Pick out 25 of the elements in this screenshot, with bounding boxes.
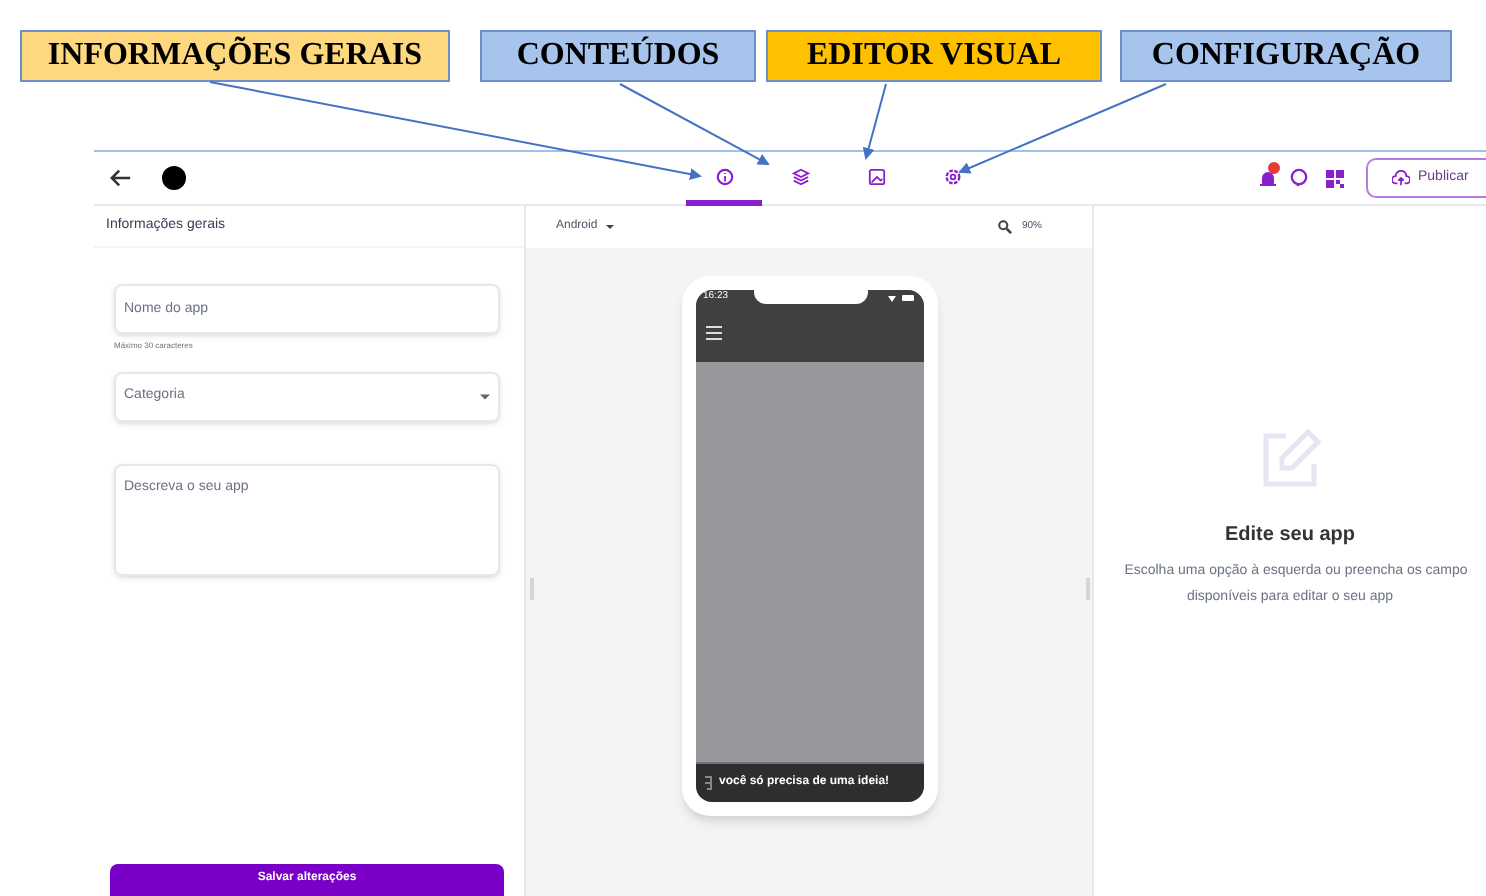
edit-icon (1258, 428, 1322, 492)
annotation-label: INFORMAÇÕES GERAIS (20, 30, 450, 82)
hamburger-menu-icon[interactable] (705, 326, 721, 340)
empty-state-title: Edite seu app (1224, 522, 1355, 550)
annotation-arrow (862, 83, 887, 160)
logo-icon (703, 776, 711, 790)
annotation-label: CONTEÚDOS (480, 30, 756, 82)
dropdown-caret-icon (480, 394, 490, 400)
annotation-label: EDITOR VISUAL (766, 30, 1102, 82)
settings-icon (943, 167, 961, 185)
layers-icon (791, 167, 809, 185)
zoom-icon[interactable] (997, 220, 1012, 234)
notification-badge (1268, 162, 1280, 174)
info-icon (715, 167, 733, 185)
dropdown-caret-icon (605, 224, 614, 230)
cloud-upload-icon (1392, 170, 1410, 186)
annotation-label: CONFIGURAÇÃO (1120, 30, 1452, 82)
back-arrow-icon[interactable] (110, 168, 132, 188)
notification-bell-icon[interactable] (1260, 168, 1280, 188)
qr-code-icon[interactable] (1326, 169, 1344, 187)
help-icon[interactable] (1290, 168, 1308, 188)
phone-notch (753, 290, 867, 304)
drag-handle[interactable] (530, 578, 534, 600)
image-icon (867, 167, 885, 185)
status-icons (887, 294, 913, 302)
